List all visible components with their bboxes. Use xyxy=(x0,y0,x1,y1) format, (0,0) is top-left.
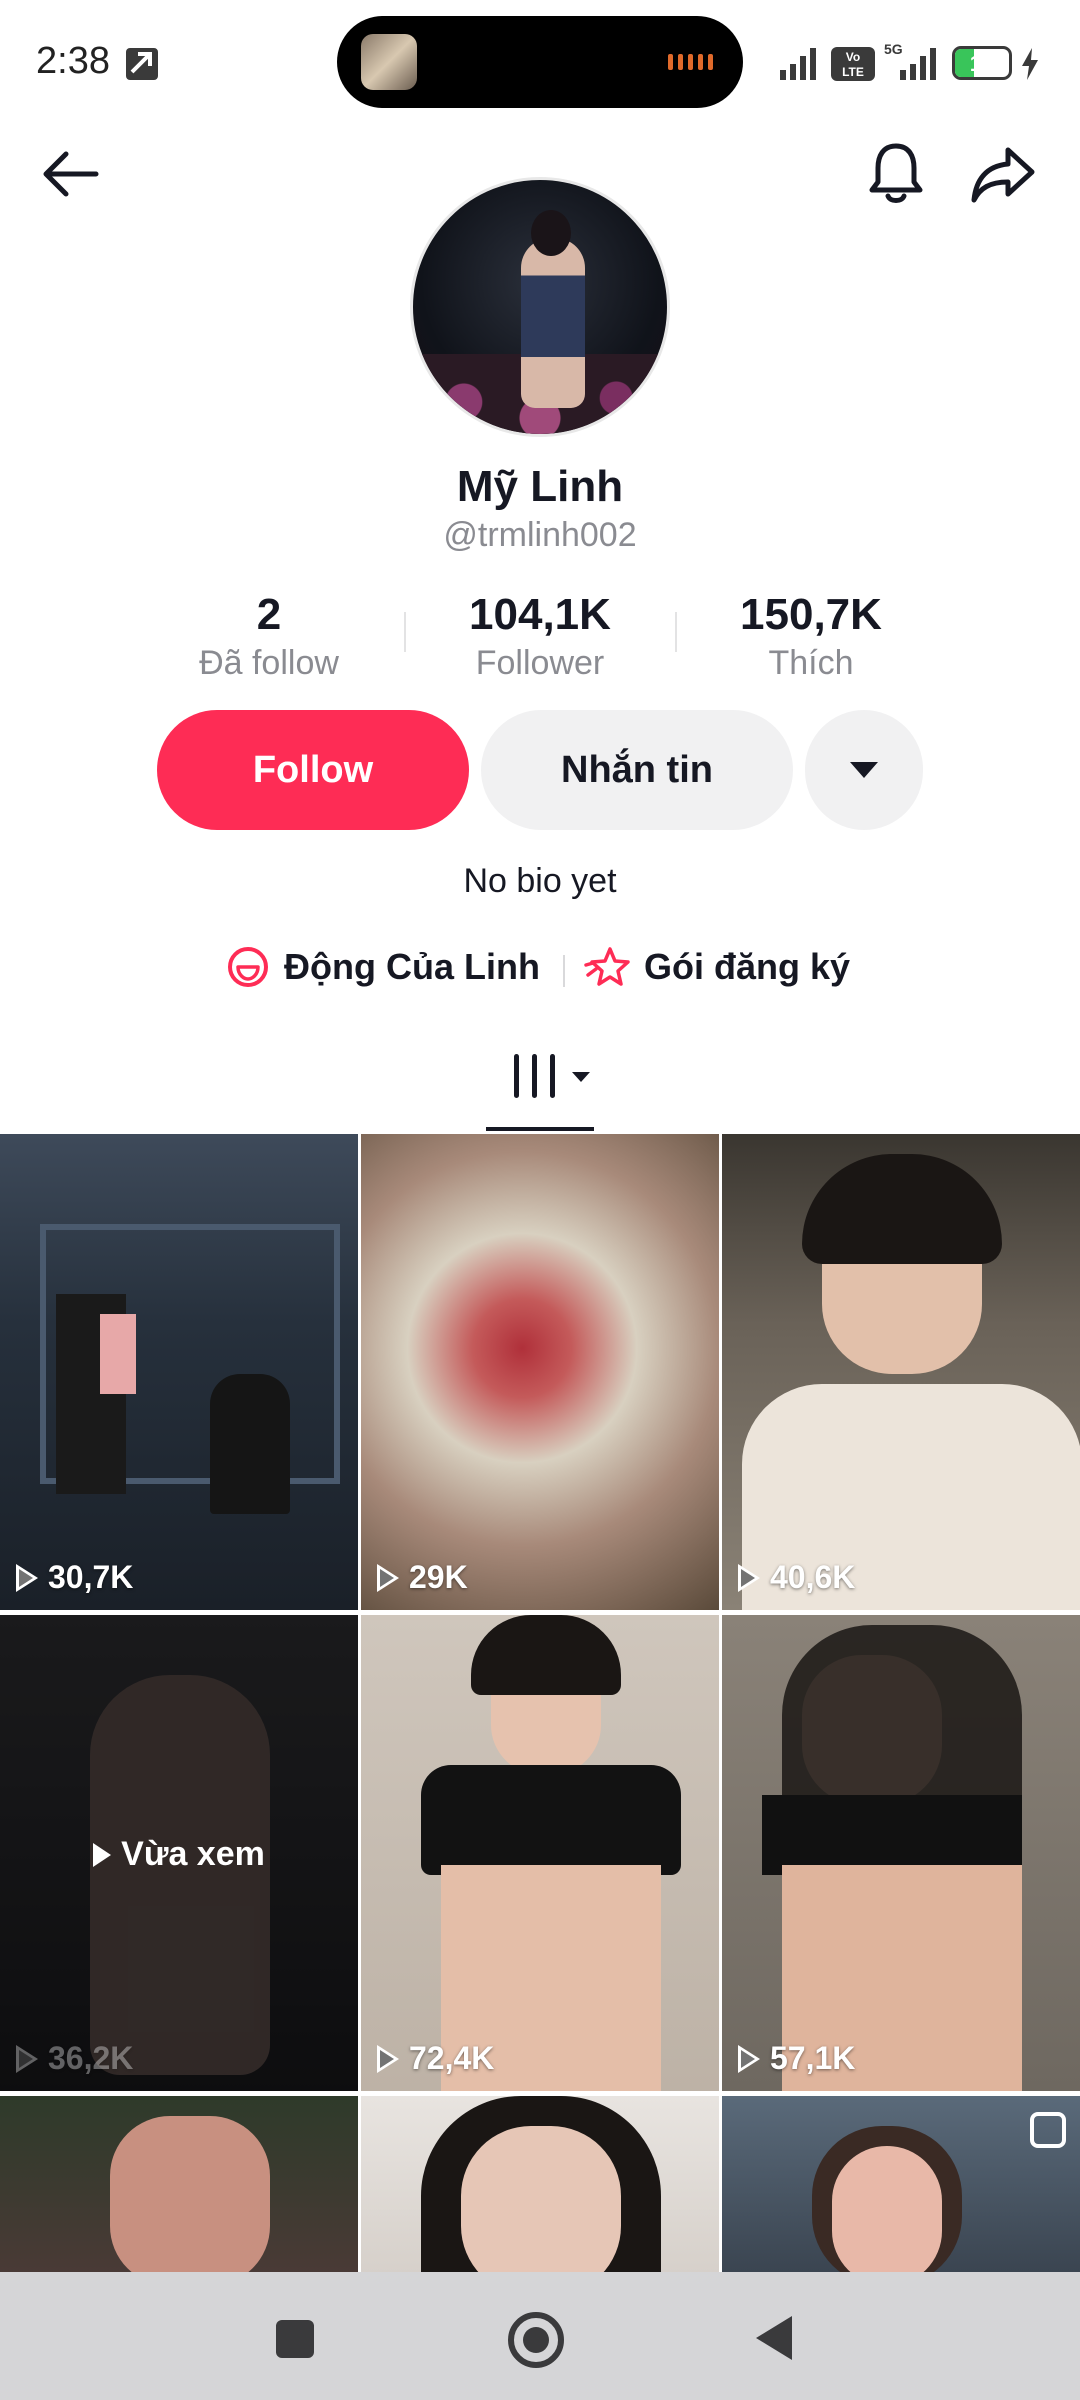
tab-active-indicator xyxy=(486,1127,594,1131)
back-button[interactable] xyxy=(756,2316,792,2360)
video-thumbnail[interactable]: Vừa xem 36,2K xyxy=(0,1615,358,2091)
signal-5g-icon: 5G xyxy=(884,41,936,80)
play-icon xyxy=(738,1563,760,1592)
status-bar: 2:38 Vo LTE 5G 18 xyxy=(0,0,1080,120)
stat-likes-count: 150,7K xyxy=(740,590,882,639)
caret-down-icon xyxy=(850,762,878,778)
svg-text:LTE: LTE xyxy=(842,65,864,79)
subscription-link[interactable]: Gói đăng ký xyxy=(584,945,850,989)
stat-likes-label: Thích xyxy=(768,644,854,682)
subscription-label: Gói đăng ký xyxy=(644,946,851,987)
video-thumbnail[interactable] xyxy=(0,2096,358,2276)
stat-likes[interactable]: 150,7K Thích xyxy=(676,588,946,684)
signal-icon xyxy=(780,48,816,80)
message-button[interactable]: Nhắn tin xyxy=(481,710,793,830)
community-icon xyxy=(228,947,268,987)
back-arrow-icon[interactable] xyxy=(38,146,102,202)
share-icon[interactable] xyxy=(970,144,1038,204)
stat-followers-count: 104,1K xyxy=(469,590,611,639)
battery-icon: 18 xyxy=(952,46,1012,80)
audio-bars-icon xyxy=(668,54,713,70)
volte-icon: Vo LTE xyxy=(831,47,875,81)
links-divider xyxy=(563,955,565,987)
video-thumbnail[interactable]: 30,7K xyxy=(0,1134,358,1610)
video-view-count: 40,6K xyxy=(738,1559,855,1596)
notification-app-icon xyxy=(126,48,158,80)
svg-text:Vo: Vo xyxy=(846,50,860,64)
multi-photo-icon xyxy=(1030,2112,1066,2148)
battery-level: 18 xyxy=(969,51,995,76)
video-thumbnail[interactable]: 40,6K xyxy=(722,1134,1080,1610)
profile-links: Động Của Linh Gói đăng ký xyxy=(0,945,1080,995)
play-icon xyxy=(738,2044,760,2073)
media-thumbnail xyxy=(361,34,417,90)
video-thumbnail[interactable] xyxy=(361,2096,719,2276)
home-button[interactable] xyxy=(508,2312,564,2368)
profile-display-name: Mỹ Linh xyxy=(456,462,624,511)
profile-username: @trmlinh002 xyxy=(443,516,637,554)
profile-stats: 2 Đã follow 104,1K Follower 150,7K Thích xyxy=(0,588,1080,682)
status-time: 2:38 xyxy=(36,40,110,82)
more-options-button[interactable] xyxy=(805,710,923,830)
stat-followers-label: Follower xyxy=(475,644,605,682)
charging-icon xyxy=(1022,48,1038,80)
subscription-star-icon xyxy=(584,947,630,986)
tab-videos[interactable] xyxy=(486,1040,594,1132)
profile-bio: No bio yet xyxy=(463,862,617,900)
stat-following-count: 2 xyxy=(256,590,282,639)
video-view-count: 72,4K xyxy=(377,2040,494,2077)
community-label: Động Của Linh xyxy=(284,946,540,987)
svg-text:5G: 5G xyxy=(884,41,903,57)
play-icon xyxy=(377,2044,399,2073)
video-view-count: 57,1K xyxy=(738,2040,855,2077)
play-icon xyxy=(377,1563,399,1592)
video-view-count: 29K xyxy=(377,1559,468,1596)
stat-following-label: Đã follow xyxy=(199,644,339,682)
bell-icon[interactable] xyxy=(866,140,926,206)
video-thumbnail[interactable]: 72,4K xyxy=(361,1615,719,2091)
play-icon xyxy=(16,2044,38,2073)
profile-avatar[interactable] xyxy=(410,177,670,437)
recents-button[interactable] xyxy=(276,2320,314,2358)
dynamic-island xyxy=(337,16,743,108)
video-view-count: 30,7K xyxy=(16,1559,133,1596)
play-icon xyxy=(93,1842,112,1867)
stat-followers[interactable]: 104,1K Follower xyxy=(405,588,675,684)
recently-watched-label: Vừa xem xyxy=(0,1835,358,1874)
community-link[interactable]: Động Của Linh xyxy=(226,945,540,989)
video-view-count: 36,2K xyxy=(16,2040,133,2077)
play-icon xyxy=(16,1563,38,1592)
stat-following[interactable]: 2 Đã follow xyxy=(134,588,404,684)
follow-button[interactable]: Follow xyxy=(157,710,469,830)
tab-dropdown-icon xyxy=(572,1072,590,1082)
video-thumbnail[interactable] xyxy=(722,2096,1080,2276)
video-thumbnail[interactable]: 57,1K xyxy=(722,1615,1080,2091)
video-thumbnail[interactable]: 29K xyxy=(361,1134,719,1610)
system-nav-bar xyxy=(0,2272,1080,2400)
